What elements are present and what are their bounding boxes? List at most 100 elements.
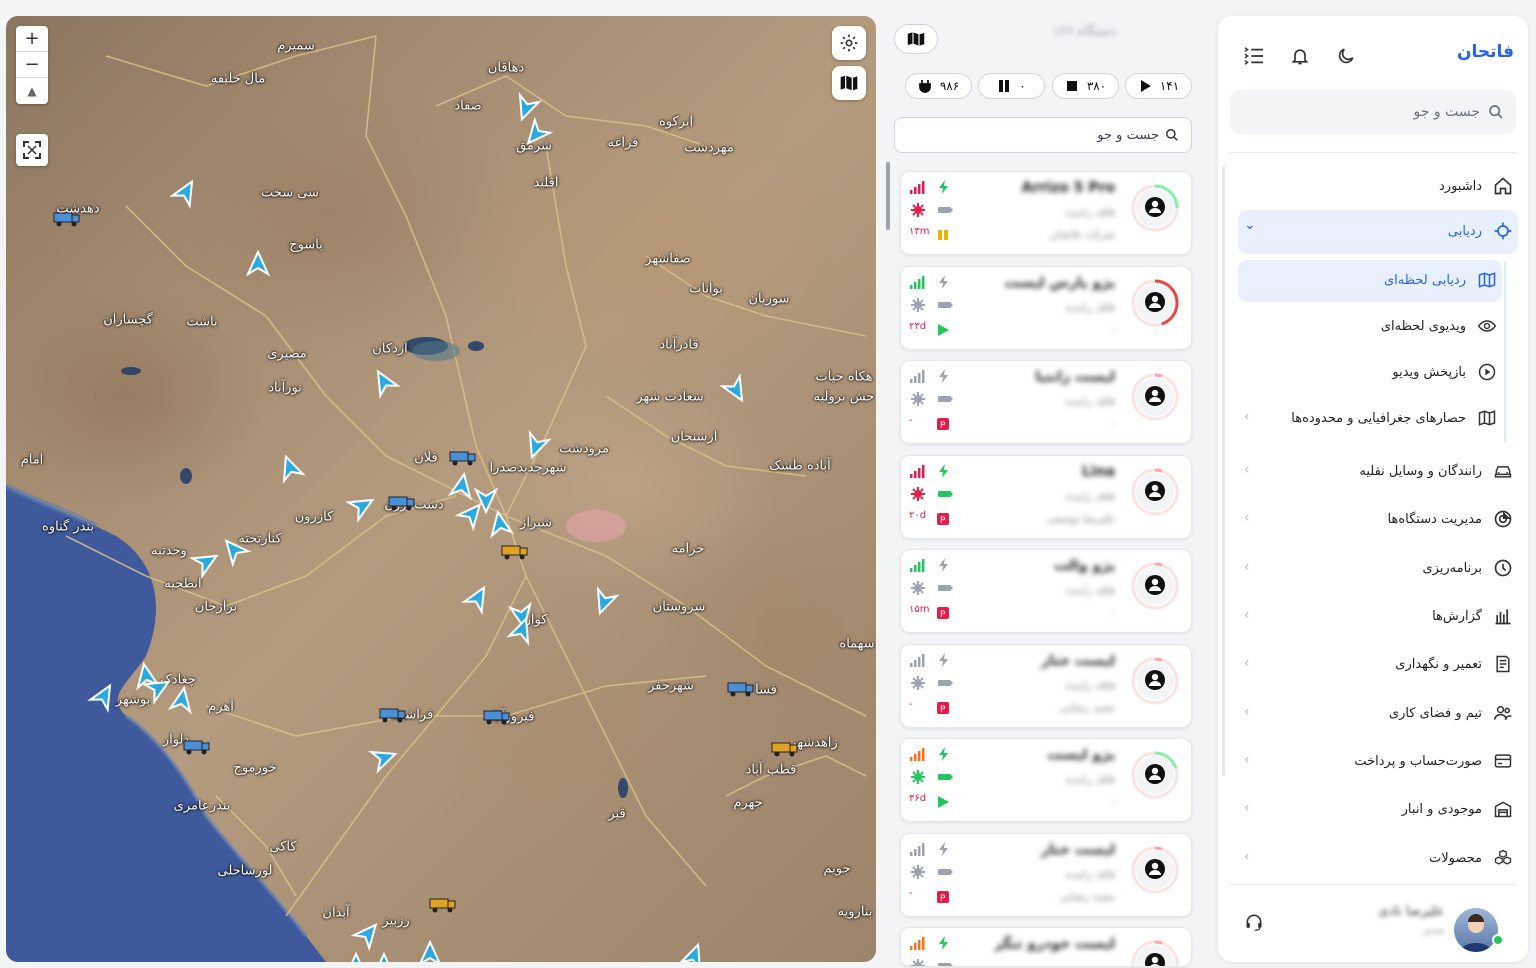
submenu-guide-line: [1504, 262, 1506, 442]
chevron-left-icon[interactable]: ‹: [1244, 655, 1250, 671]
chip-count: ۱۴۱: [1159, 79, 1180, 93]
vehicle-arrow-marker[interactable]: [447, 471, 474, 501]
chevron-left-icon[interactable]: ‹: [1244, 849, 1250, 865]
map-layers-button[interactable]: [832, 66, 866, 100]
vehicle-arrow-marker[interactable]: [346, 951, 366, 962]
status-chip-plug[interactable]: ۹۸۶: [905, 73, 972, 99]
sidebar-item-7[interactable]: مدیریت دستگاه‌ها: [1388, 499, 1514, 539]
chip-count: ۰: [1019, 79, 1026, 93]
reset-north-button[interactable]: ▲: [16, 78, 48, 104]
sidebar-item-label: ردیابی: [1447, 223, 1482, 239]
truck-marker[interactable]: [183, 740, 210, 755]
chevron-left-icon[interactable]: ‹: [1244, 462, 1250, 478]
vehicle-arrow-marker[interactable]: [245, 249, 271, 277]
device-card[interactable]: ۳۶d پژو لیست فاقد راننده -: [900, 738, 1192, 822]
sidebar-item-0[interactable]: داشبورد: [1439, 166, 1514, 206]
vehicle-arrow-marker[interactable]: [369, 367, 401, 399]
last-update-time: ۲۰d: [909, 509, 927, 521]
device-card[interactable]: لیست خودرو تنگر: [900, 927, 1192, 967]
status-chip-pause[interactable]: ۰: [978, 73, 1045, 99]
chevron-left-icon[interactable]: ‹: [1244, 510, 1250, 526]
sidebar-item-6[interactable]: رانندگان و وسایل نقلیه: [1359, 451, 1514, 491]
parking-icon: P: [937, 607, 949, 620]
sidebar-item-8[interactable]: برنامه‌ریزی: [1422, 548, 1514, 588]
vehicle-arrow-marker[interactable]: [461, 583, 492, 615]
vehicle-arrow-marker[interactable]: [590, 586, 620, 617]
theme-toggle-button[interactable]: [1334, 44, 1358, 68]
status-chip-stop[interactable]: ۳۸۰: [1052, 73, 1119, 99]
chevron-left-icon[interactable]: ‹: [1244, 559, 1250, 575]
sidebar-item-3[interactable]: ویدیوی لحظه‌ای: [1381, 306, 1498, 346]
sidebar-item-1[interactable]: ردیابی: [1448, 211, 1514, 251]
map-toggle-button[interactable]: [894, 24, 938, 54]
sidebar-item-label: مدیریت دستگاه‌ها: [1387, 511, 1482, 527]
truck-marker[interactable]: [483, 710, 510, 725]
sidebar-item-11[interactable]: تیم و فضای کاری: [1389, 693, 1514, 733]
sidebar-item-5[interactable]: حصارهای جغرافیایی و محدوده‌ها: [1291, 398, 1498, 438]
vehicle-arrow-marker[interactable]: [719, 373, 750, 405]
truck-marker[interactable]: [53, 212, 80, 227]
sidebar-item-14[interactable]: محصولات: [1429, 838, 1514, 878]
truck-marker[interactable]: [771, 742, 798, 757]
notifications-button[interactable]: [1288, 44, 1312, 68]
map-view[interactable]: سمیرم دهاقان صفاد ابرکوه مال خلیفه فراغه شرمق م…: [6, 16, 876, 962]
truck-marker[interactable]: [727, 682, 754, 697]
list-scrollbar[interactable]: [886, 162, 890, 230]
status-indicator: P: [937, 604, 953, 623]
chevron-left-icon[interactable]: ‹: [1244, 800, 1250, 816]
vehicle-arrow-marker[interactable]: [368, 744, 399, 774]
device-card[interactable]: - P لیست ختار فاقد راننده مجید رضایی: [900, 643, 1192, 728]
vehicle-arrow-marker[interactable]: [374, 951, 394, 962]
menu-toggle-button[interactable]: [1242, 44, 1266, 68]
zoom-out-button[interactable]: −: [16, 52, 48, 78]
sidebar-item-2[interactable]: ردیابی لحظه‌ای: [1384, 260, 1498, 300]
sidebar-search-input[interactable]: جست و جو: [1230, 90, 1516, 134]
support-button[interactable]: [1244, 912, 1264, 936]
status-chip-play[interactable]: ۱۴۱: [1125, 73, 1192, 99]
device-card[interactable]: ۱۵m P پژو والت فاقد راننده -: [900, 549, 1192, 633]
sidebar-item-10[interactable]: تعمیر و نگهداری: [1395, 644, 1514, 684]
brand-logo[interactable]: فاتحان: [1457, 42, 1514, 62]
sidebar-item-12[interactable]: صورت‌حساب و پرداخت: [1354, 741, 1514, 781]
vehicle-arrow-marker[interactable]: [419, 939, 441, 962]
vehicle-arrow-marker[interactable]: [87, 681, 118, 713]
vehicle-arrow-marker[interactable]: [678, 941, 707, 962]
vehicle-arrow-marker[interactable]: [522, 430, 552, 461]
device-card[interactable]: ۲۳d پژو پارس لیست فاقد راننده -: [900, 265, 1192, 350]
device-search-input[interactable]: جست و جو: [894, 117, 1192, 153]
sidebar-item-13[interactable]: موجودی و انبار: [1402, 789, 1514, 829]
vehicle-arrow-marker[interactable]: [167, 685, 194, 715]
sidebar: فاتحان جست و جو داشبورد ردیابی ⌄ ردیابی لحظ…: [1218, 16, 1528, 962]
truck-marker[interactable]: [429, 898, 456, 913]
chevron-left-icon[interactable]: ‹: [1244, 409, 1250, 425]
vehicle-arrow-marker[interactable]: [189, 547, 221, 579]
truck-marker[interactable]: [388, 496, 415, 511]
vehicle-arrow-marker[interactable]: [521, 116, 554, 150]
device-card[interactable]: ۲۰d P Lina فاقد راننده علیرضا یوسفی: [900, 454, 1192, 539]
sidebar-item-9[interactable]: گزارش‌ها: [1432, 596, 1514, 636]
vehicle-arrow-marker[interactable]: [488, 509, 515, 539]
device-card[interactable]: - P لیست زانتیا فاقد راننده -: [900, 360, 1192, 444]
truck-marker[interactable]: [449, 451, 476, 466]
vehicle-arrow-marker[interactable]: [276, 453, 306, 484]
zoom-in-button[interactable]: +: [16, 26, 48, 52]
chevron-left-icon[interactable]: ‹: [1244, 752, 1250, 768]
chevron-down-icon[interactable]: ⌄: [1244, 217, 1256, 233]
vehicle-arrow-marker[interactable]: [350, 918, 383, 952]
device-card[interactable]: - P لیست ختار فاقد راننده مجید رضایی: [900, 832, 1192, 917]
device-card[interactable]: ۱۳m Arrizo 5 Pro فاقد راننده شرکت فاتحان: [900, 171, 1192, 255]
truck-marker[interactable]: [501, 545, 528, 560]
map-settings-button[interactable]: [832, 26, 866, 60]
chevron-left-icon[interactable]: ‹: [1244, 704, 1250, 720]
chevron-left-icon[interactable]: ‹: [1244, 607, 1250, 623]
truck-marker[interactable]: [379, 708, 406, 723]
last-update-time: -: [909, 698, 913, 710]
sidebar-item-4[interactable]: بازپخش ویدیو: [1392, 352, 1498, 392]
avatar[interactable]: [1454, 908, 1498, 952]
fullscreen-button[interactable]: [16, 134, 48, 166]
sidebar-scrollbar[interactable]: [1222, 166, 1225, 776]
vehicle-arrow-marker[interactable]: [345, 491, 377, 523]
parking-icon: P: [937, 701, 949, 715]
vehicle-arrow-marker[interactable]: [169, 177, 200, 209]
vehicle-arrow-marker[interactable]: [219, 534, 252, 568]
